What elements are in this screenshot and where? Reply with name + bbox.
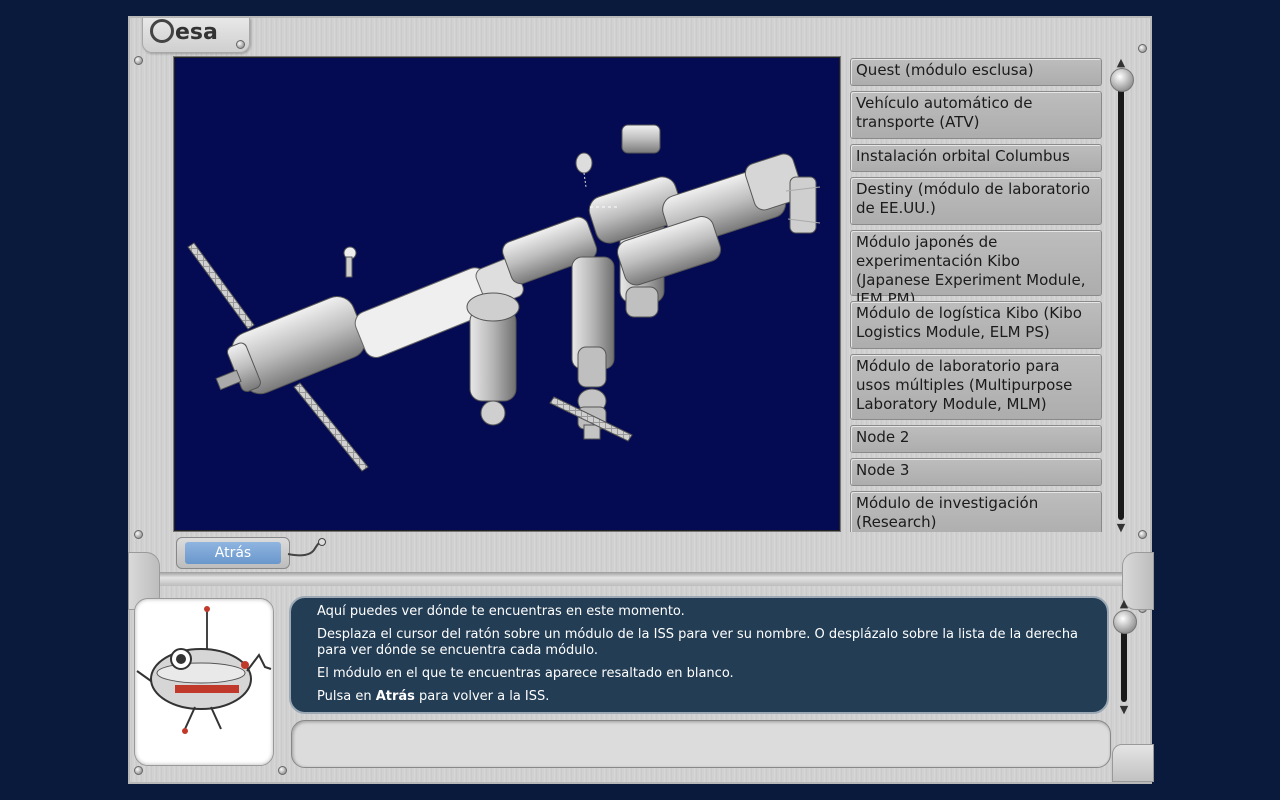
module-list-item[interactable]: Módulo japonés de experimentación Kibo (… — [850, 230, 1102, 308]
robot-panel — [134, 598, 274, 766]
esa-logo-icon — [150, 19, 174, 43]
message-line: Pulsa en Atrás para volver a la ISS. — [317, 689, 1081, 705]
cable-icon — [287, 538, 326, 557]
esa-logo: esa — [150, 19, 218, 45]
triangle-down-icon[interactable]: ▼ — [1114, 521, 1128, 534]
module-list-scrollbar[interactable] — [1118, 70, 1124, 520]
screw-icon — [134, 56, 143, 65]
screw-icon — [1138, 44, 1147, 53]
message-text: Pulsa en — [317, 689, 376, 704]
screw-icon — [278, 766, 287, 775]
back-button[interactable]: Atrás — [176, 537, 290, 569]
iss-model-illustration — [187, 124, 821, 472]
module-list-item[interactable]: Destiny (módulo de laboratorio de EE.UU.… — [850, 177, 1102, 225]
text-input-box — [291, 720, 1111, 768]
message-line: Desplaza el cursor del ratón sobre un mó… — [317, 627, 1079, 658]
back-button-label: Atrás — [185, 542, 281, 564]
triangle-up-icon[interactable]: ▲ — [1117, 597, 1131, 610]
help-message: Aquí puedes ver dónde te encuentras en e… — [289, 596, 1109, 714]
triangle-down-icon[interactable]: ▼ — [1117, 703, 1131, 716]
screw-icon — [134, 766, 143, 775]
screw-icon — [134, 530, 143, 539]
module-list-item[interactable]: Módulo de logística Kibo (Kibo Logistics… — [850, 301, 1102, 349]
iss-3d-viewer[interactable] — [173, 56, 841, 532]
scroll-knob-icon[interactable] — [1113, 610, 1137, 634]
module-list-item[interactable]: Instalación orbital Columbus — [850, 144, 1102, 172]
esa-logo-text: esa — [175, 20, 218, 45]
screw-icon — [1138, 530, 1147, 539]
message-bold-text: Atrás — [375, 689, 415, 704]
module-list-item[interactable]: Quest (módulo esclusa) — [850, 58, 1102, 86]
module-list-item[interactable]: Node 3 — [850, 458, 1102, 486]
screw-icon — [236, 40, 245, 49]
module-list-item[interactable]: Módulo de investigación (Research) — [850, 491, 1102, 532]
module-list-item[interactable]: Vehículo automático de transporte (ATV) — [850, 91, 1102, 139]
message-text: para volver a la ISS. — [414, 689, 550, 704]
module-list-item[interactable]: Módulo de laboratorio para usos múltiple… — [850, 354, 1102, 420]
module-list: Quest (módulo esclusa) Vehículo automáti… — [848, 56, 1106, 532]
message-line: El módulo en el que te encuentras aparec… — [317, 666, 734, 681]
panel-divider — [128, 572, 1152, 586]
message-line: Aquí puedes ver dónde te encuentras en e… — [317, 604, 685, 619]
corner-tab — [1112, 744, 1154, 782]
module-list-item[interactable]: Node 2 — [850, 425, 1102, 453]
robot-mascot-icon — [136, 606, 272, 734]
scroll-knob-icon[interactable] — [1110, 68, 1134, 92]
